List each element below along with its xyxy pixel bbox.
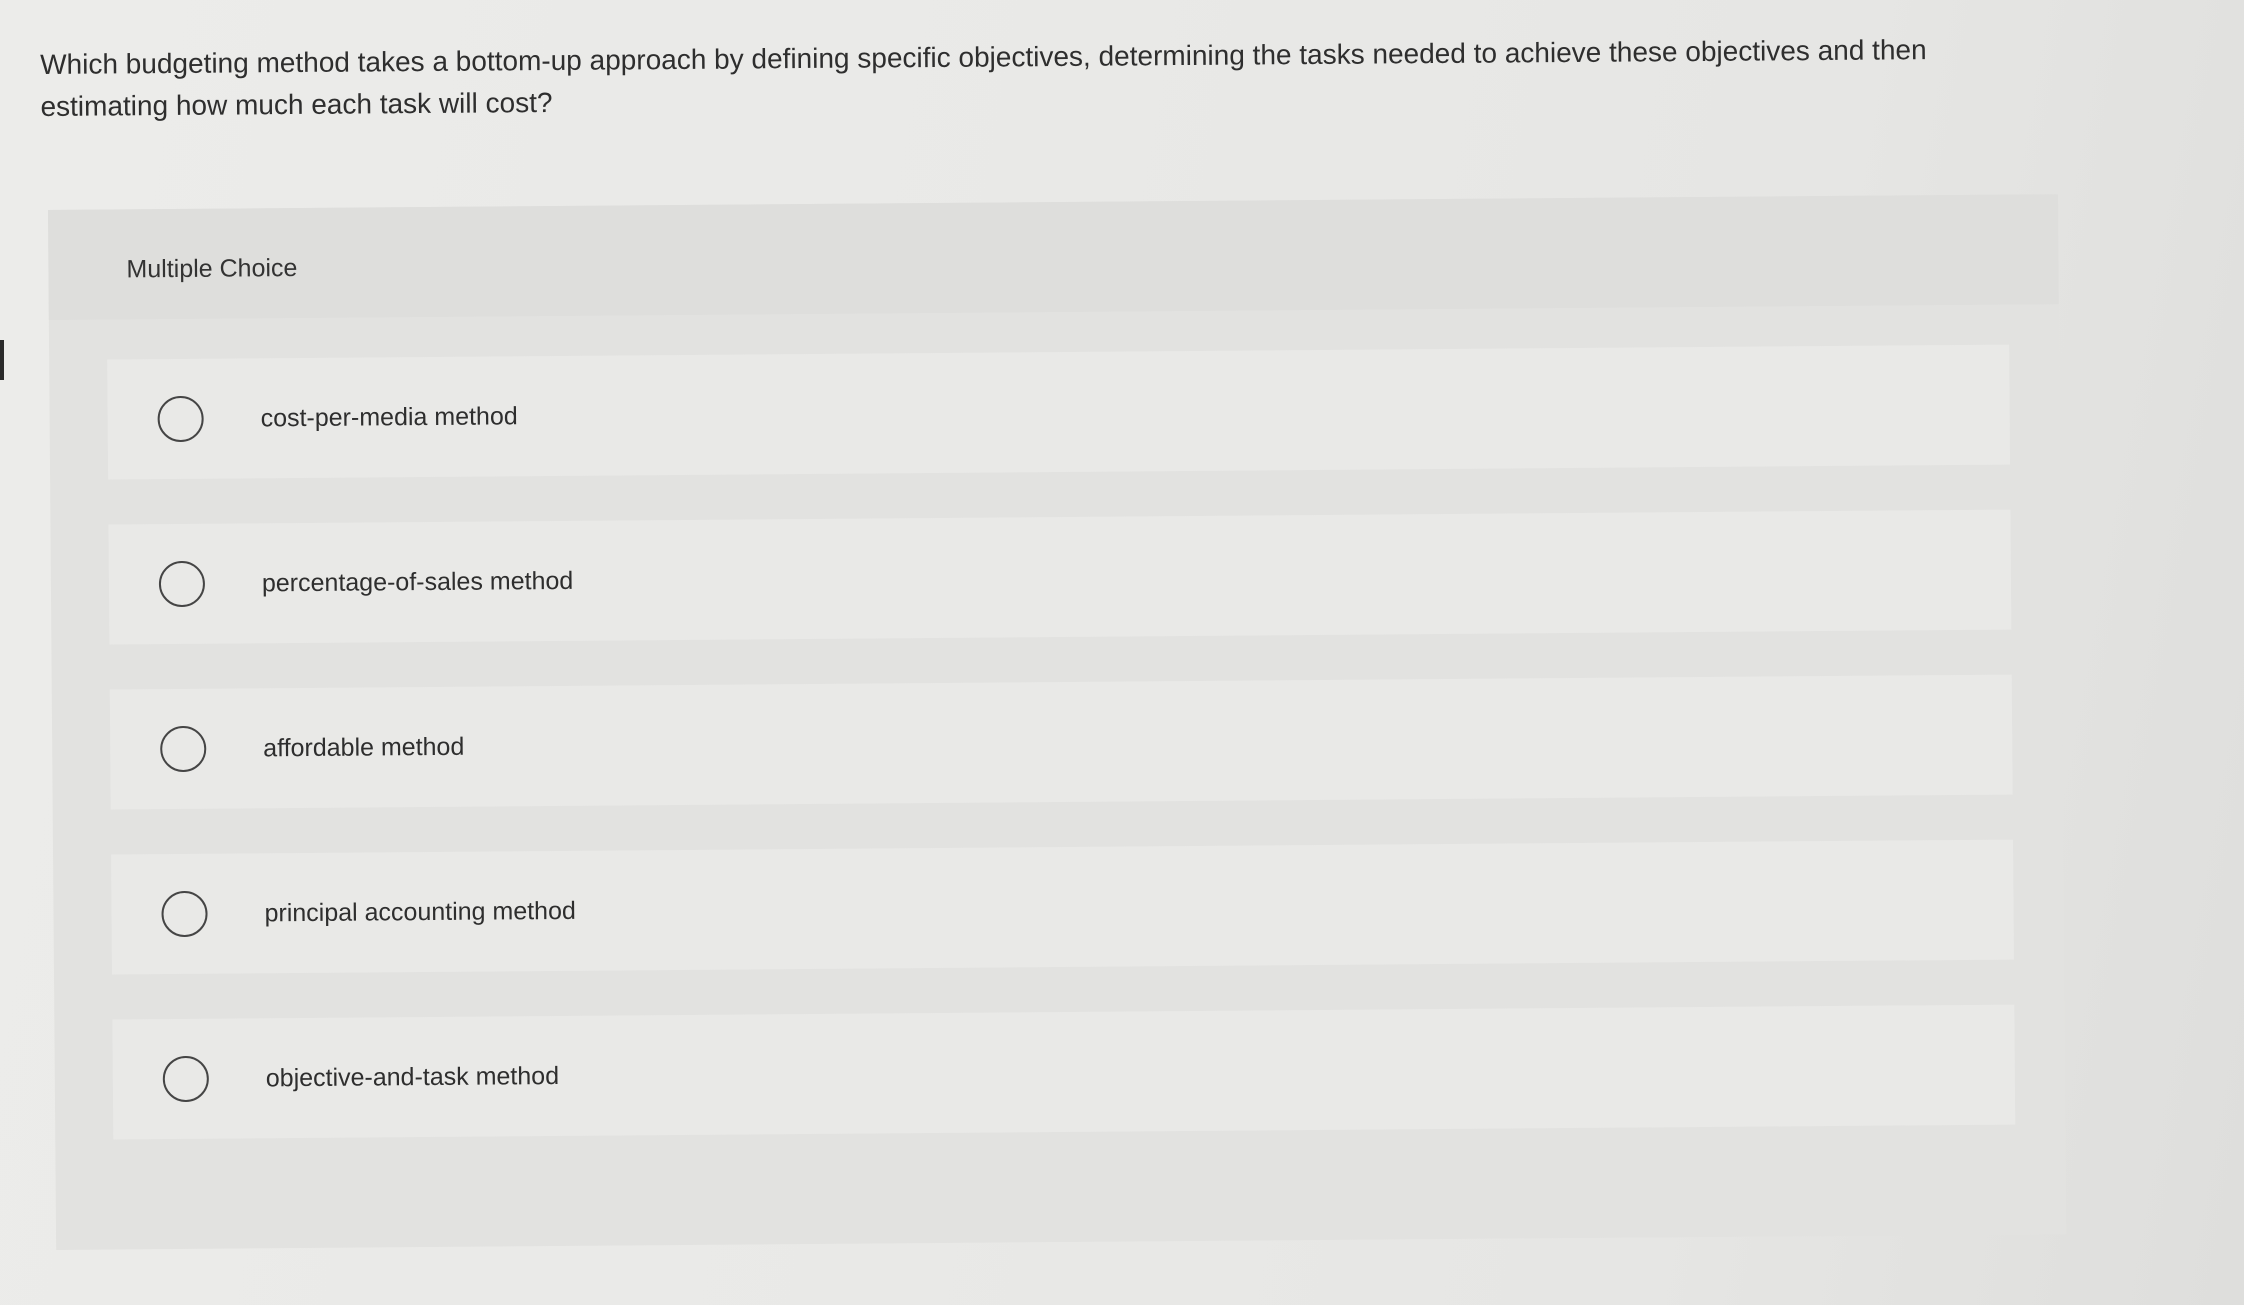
choice-label: affordable method	[263, 732, 465, 762]
choice-label: cost-per-media method	[260, 401, 518, 432]
panel-header: Multiple Choice	[48, 194, 2059, 320]
choice-option-1[interactable]: cost-per-media method	[107, 344, 2011, 480]
radio-button-icon[interactable]	[162, 1055, 210, 1103]
choice-label: principal accounting method	[264, 896, 576, 927]
question-text: Which budgeting method takes a bottom-up…	[40, 34, 1927, 122]
multiple-choice-panel: Multiple Choice cost-per-media method pe…	[48, 194, 2067, 1250]
radio-button-icon[interactable]	[157, 395, 204, 443]
multiple-choice-label: Multiple Choice	[126, 254, 298, 284]
choice-option-2[interactable]: percentage-of-sales method	[108, 509, 2012, 645]
choice-option-4[interactable]: principal accounting method	[111, 839, 2014, 975]
choice-option-5[interactable]: objective-and-task method	[112, 1004, 2016, 1140]
radio-button-icon[interactable]	[160, 725, 207, 773]
radio-button-icon[interactable]	[158, 560, 206, 608]
radio-button-icon[interactable]	[161, 890, 208, 938]
choice-label: percentage-of-sales method	[261, 566, 574, 597]
choice-label: objective-and-task method	[265, 1061, 560, 1092]
screen-edge-mark	[0, 340, 4, 380]
choice-option-3[interactable]: affordable method	[109, 674, 2013, 810]
